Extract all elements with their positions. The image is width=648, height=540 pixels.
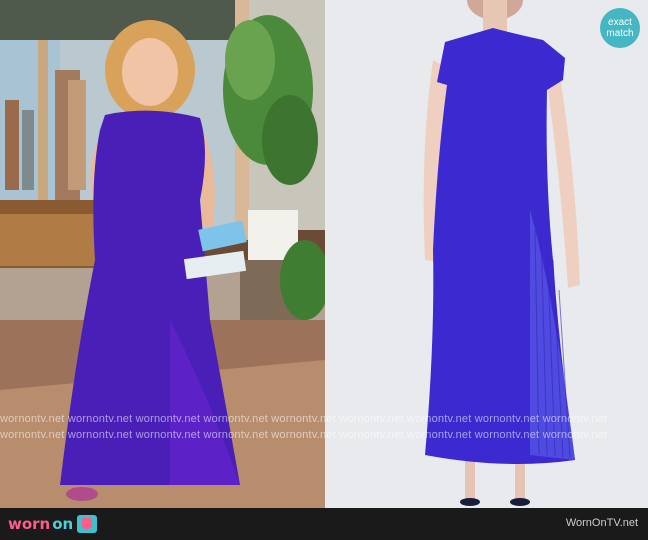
product-dress-scene	[423, 0, 580, 506]
product-photo	[325, 0, 648, 508]
site-name[interactable]: WornOnTV.net	[566, 517, 638, 529]
tv-still-photo	[0, 0, 325, 508]
wornontv-logo[interactable]: worn on	[8, 512, 98, 536]
logo-word-worn: worn	[8, 515, 51, 533]
logo-word-on: on	[52, 515, 74, 533]
badge-line-1: exact	[608, 17, 632, 28]
exact-match-badge: exact match	[600, 8, 640, 48]
tv-icon	[77, 515, 98, 533]
tv-still-scene	[0, 0, 325, 508]
badge-line-2: match	[606, 28, 634, 39]
footer-bar: worn on WornOnTV.net	[0, 508, 648, 540]
